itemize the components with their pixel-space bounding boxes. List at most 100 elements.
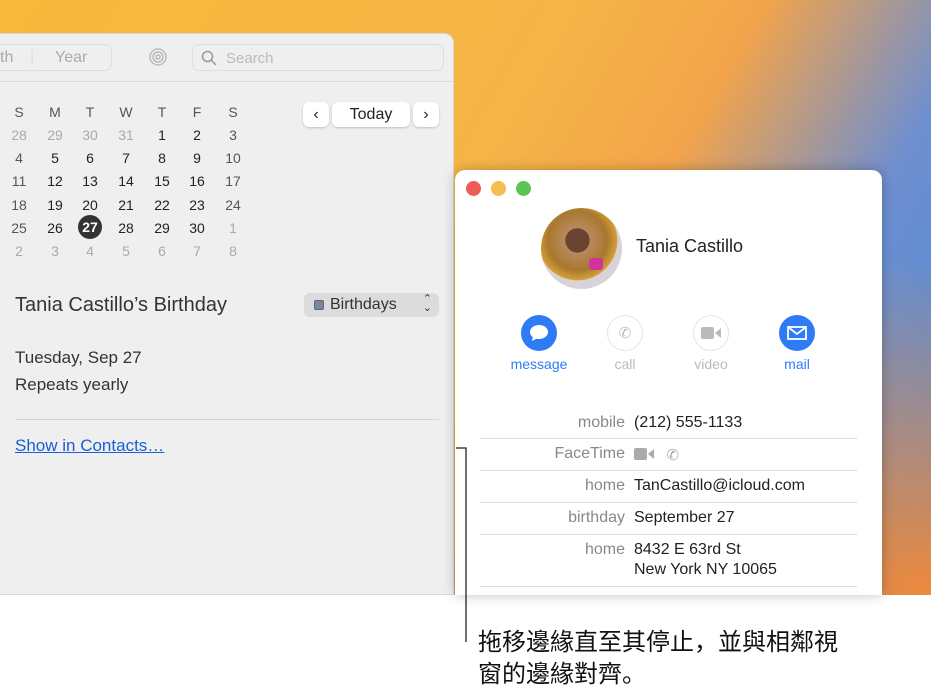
calendar-day[interactable]: 7	[182, 243, 212, 259]
calendar-day[interactable]: 22	[147, 197, 177, 213]
next-button[interactable]: ›	[413, 102, 439, 127]
calendar-day[interactable]: 14	[111, 173, 141, 189]
calendar-day[interactable]: 2	[4, 243, 34, 259]
facetime-video-icon[interactable]	[634, 448, 654, 460]
field-value[interactable]: September 27	[634, 509, 735, 527]
calendar-day[interactable]: 27	[75, 214, 105, 239]
zoom-button[interactable]	[516, 181, 531, 196]
year-tab[interactable]: Year	[55, 49, 87, 67]
phone-icon: ✆	[618, 325, 632, 342]
weekday-label: W	[119, 104, 133, 120]
calendar-picker[interactable]: Birthdays ⌃ ⌄	[304, 293, 439, 317]
weekday-label: S	[228, 104, 238, 120]
calendar-day[interactable]: 4	[4, 150, 34, 166]
calendar-day[interactable]: 4	[75, 243, 105, 259]
calendar-day[interactable]: 3	[218, 127, 248, 143]
calendar-day[interactable]: 25	[4, 220, 34, 236]
calendar-day[interactable]: 8	[218, 243, 248, 259]
field-label: birthday	[568, 509, 625, 526]
field-birthday[interactable]: birthday September 27	[480, 509, 857, 535]
video-label[interactable]: video	[671, 356, 751, 372]
video-button[interactable]	[693, 315, 729, 351]
calendar-day[interactable]: 5	[40, 150, 70, 166]
field-mobile[interactable]: mobile (212) 555-1133	[480, 414, 857, 439]
field-label: FaceTime	[554, 445, 625, 462]
calendar-day[interactable]: 13	[75, 173, 105, 189]
field-value[interactable]: TanCastillo@icloud.com	[634, 477, 805, 495]
selected-day[interactable]: 27	[78, 214, 102, 239]
event-title: Tania Castillo’s Birthday	[15, 294, 227, 316]
divider	[15, 419, 439, 420]
caption-line-1: 拖移邊緣直至其停止，並與相鄰視	[478, 629, 838, 656]
calendar-day[interactable]: 17	[218, 173, 248, 189]
mail-button[interactable]	[779, 315, 815, 351]
calendar-day[interactable]: 16	[182, 173, 212, 189]
toolbar: th | Year Search	[0, 34, 453, 82]
event-date: Tuesday, Sep 27	[15, 348, 142, 367]
weekday-label: F	[192, 104, 202, 120]
search-icon	[201, 50, 217, 66]
calendar-day[interactable]: 23	[182, 197, 212, 213]
field-facetime[interactable]: FaceTime ✆	[480, 445, 857, 471]
field-label: home	[584, 541, 625, 558]
calendar-day[interactable]: 2	[182, 127, 212, 143]
calendar-name: Birthdays	[330, 296, 397, 313]
weekday-label: T	[157, 104, 167, 120]
calendar-day[interactable]: 10	[218, 150, 248, 166]
close-button[interactable]	[466, 181, 481, 196]
airdrop-icon[interactable]	[148, 47, 168, 67]
updown-chevron-icon: ⌃ ⌄	[422, 293, 432, 314]
view-segmented-control[interactable]: th | Year	[0, 44, 112, 71]
search-placeholder: Search	[226, 50, 274, 67]
field-value[interactable]: 8432 E 63rd St	[634, 541, 741, 559]
calendar-day[interactable]: 30	[75, 127, 105, 143]
field-email[interactable]: home TanCastillo@icloud.com	[480, 477, 857, 503]
calendar-day[interactable]: 24	[218, 197, 248, 213]
field-label: mobile	[577, 414, 625, 431]
calendar-day[interactable]: 28	[111, 220, 141, 236]
calendar-day[interactable]: 29	[40, 127, 70, 143]
calendar-day[interactable]: 1	[147, 127, 177, 143]
calendar-day[interactable]: 15	[147, 173, 177, 189]
calendar-day[interactable]: 29	[147, 220, 177, 236]
field-value-line2[interactable]: New York NY 10065	[634, 561, 777, 579]
weekday-label: M	[49, 104, 61, 120]
calendar-day[interactable]: 8	[147, 150, 177, 166]
weekday-label: T	[85, 104, 95, 120]
calendar-day[interactable]: 19	[40, 197, 70, 213]
message-label[interactable]: message	[499, 356, 579, 372]
field-value[interactable]: (212) 555-1133	[634, 414, 742, 432]
previous-button[interactable]: ‹	[303, 102, 329, 127]
calendar-day[interactable]: 30	[182, 220, 212, 236]
calendar-day[interactable]: 18	[4, 197, 34, 213]
calendar-day[interactable]: 26	[40, 220, 70, 236]
call-button[interactable]: ✆	[607, 315, 643, 351]
today-button[interactable]: Today	[332, 102, 410, 127]
search-input[interactable]: Search	[192, 44, 444, 71]
calendar-day[interactable]: 7	[111, 150, 141, 166]
calendar-day[interactable]: 6	[147, 243, 177, 259]
calendar-day[interactable]: 20	[75, 197, 105, 213]
month-tab[interactable]: th	[0, 49, 13, 67]
calendar-day[interactable]: 5	[111, 243, 141, 259]
calendar-day[interactable]: 1	[218, 220, 248, 236]
field-label: home	[584, 477, 625, 494]
facetime-audio-icon[interactable]: ✆	[666, 447, 679, 464]
mail-label[interactable]: mail	[757, 356, 837, 372]
field-address[interactable]: home 8432 E 63rd St New York NY 10065	[480, 541, 857, 587]
calendar-day[interactable]: 6	[75, 150, 105, 166]
calendar-day[interactable]: 12	[40, 173, 70, 189]
calendar-day[interactable]: 9	[182, 150, 212, 166]
calendar-day[interactable]: 28	[4, 127, 34, 143]
minimize-button[interactable]	[491, 181, 506, 196]
calendar-day[interactable]: 3	[40, 243, 70, 259]
calendar-day[interactable]: 31	[111, 127, 141, 143]
calendar-day[interactable]: 11	[4, 173, 34, 189]
event-repeat: Repeats yearly	[15, 375, 129, 394]
calendar-day[interactable]: 21	[111, 197, 141, 213]
message-button[interactable]	[521, 315, 557, 351]
call-label[interactable]: call	[585, 356, 665, 372]
video-camera-icon	[701, 327, 721, 339]
show-in-contacts-link[interactable]: Show in Contacts…	[15, 436, 164, 456]
callout-line	[456, 447, 467, 642]
